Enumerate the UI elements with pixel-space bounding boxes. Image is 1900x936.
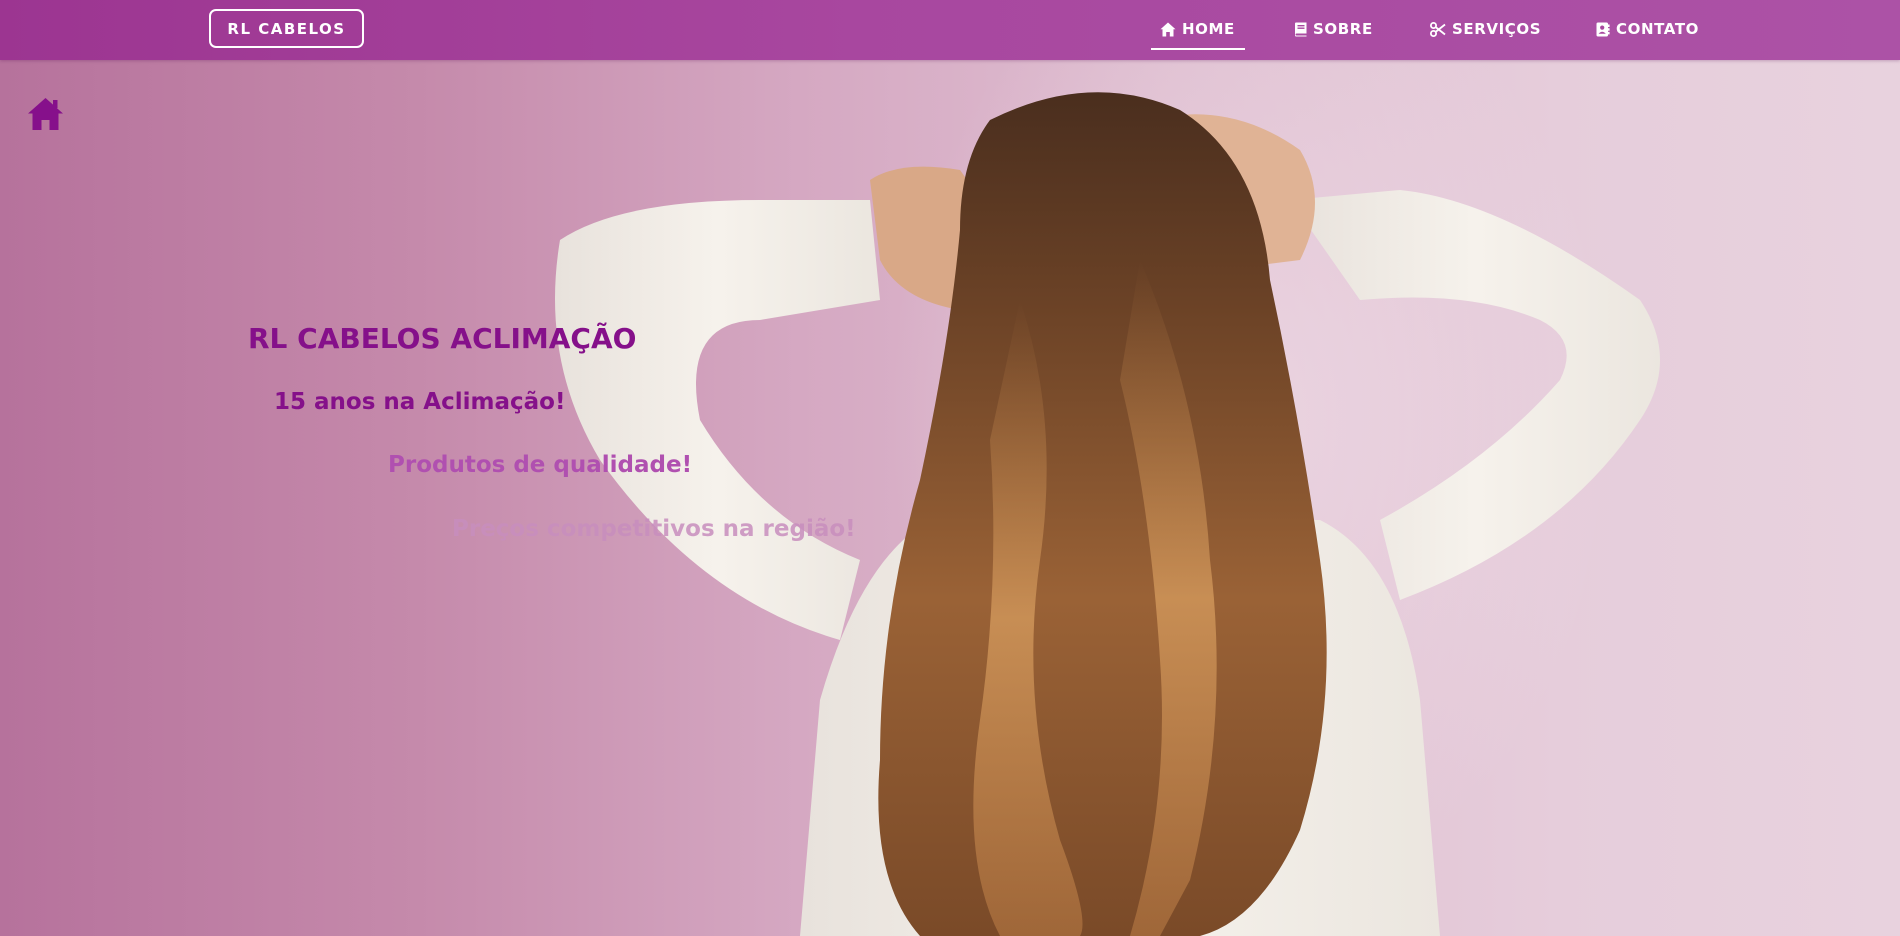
book-icon bbox=[1295, 22, 1307, 36]
home-icon bbox=[28, 98, 63, 130]
navbar: RL CABELOS HOME SOBRE SERVIÇOS CONTATO bbox=[0, 0, 1900, 60]
page: RL CABELOS HOME SOBRE SERVIÇOS CONTATO R… bbox=[0, 0, 1900, 936]
hero-tagline-prices: Preços competitivos na região! bbox=[452, 516, 856, 542]
nav-item-sobre[interactable]: SOBRE bbox=[1294, 0, 1373, 58]
active-nav-indicator bbox=[1151, 48, 1245, 50]
hero-tagline-years: 15 anos na Aclimação! bbox=[274, 389, 566, 415]
brand-logo-button[interactable]: RL CABELOS bbox=[209, 9, 364, 48]
address-book-icon bbox=[1596, 22, 1610, 36]
nav-item-label: HOME bbox=[1182, 20, 1235, 38]
hero-title: RL CABELOS ACLIMAÇÃO bbox=[248, 322, 637, 355]
scissors-icon bbox=[1430, 21, 1446, 37]
home-icon bbox=[1160, 22, 1176, 36]
woman-hair-illustration bbox=[555, 92, 1660, 936]
nav-item-contato[interactable]: CONTATO bbox=[1596, 0, 1699, 58]
nav-item-servicos[interactable]: SERVIÇOS bbox=[1430, 0, 1541, 58]
nav-item-label: CONTATO bbox=[1616, 20, 1700, 38]
nav-item-label: SOBRE bbox=[1313, 20, 1373, 38]
nav-item-label: SERVIÇOS bbox=[1452, 20, 1542, 38]
hero-background-image bbox=[0, 0, 1900, 936]
brand-label: RL CABELOS bbox=[227, 19, 346, 38]
hero-tagline-quality: Produtos de qualidade! bbox=[388, 452, 693, 478]
